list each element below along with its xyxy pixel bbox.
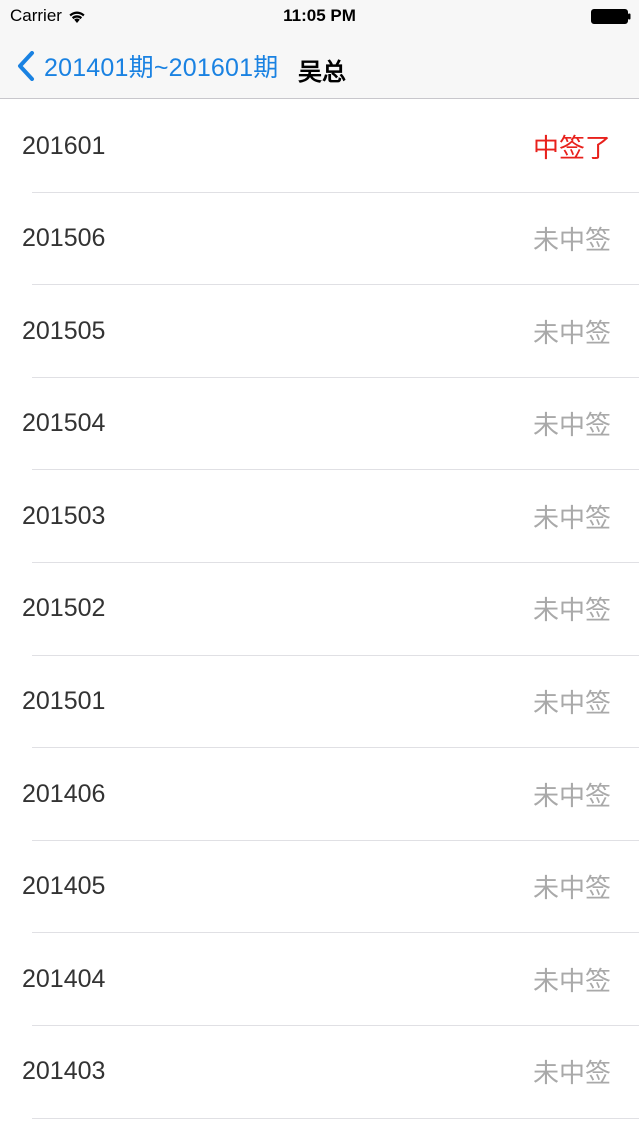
table-row[interactable]: 201406 未中签 bbox=[0, 748, 639, 841]
page-title: 吴总 bbox=[298, 59, 346, 86]
row-result: 未中签 bbox=[532, 780, 611, 811]
row-result: 中签了 bbox=[532, 132, 611, 163]
row-result: 未中签 bbox=[532, 873, 611, 904]
table-row[interactable]: 201601 中签了 bbox=[0, 100, 639, 193]
row-result: 未中签 bbox=[532, 502, 611, 533]
row-period: 201503 bbox=[22, 501, 106, 530]
row-result: 未中签 bbox=[532, 965, 611, 996]
row-period: 201501 bbox=[22, 687, 106, 716]
table-row[interactable]: 201505 未中签 bbox=[0, 285, 639, 378]
row-period: 201403 bbox=[22, 1057, 106, 1086]
row-period: 201502 bbox=[22, 594, 106, 623]
table-row[interactable]: 201404 未中签 bbox=[0, 933, 639, 1026]
row-result: 未中签 bbox=[532, 317, 611, 348]
back-button[interactable]: 201401期~201601期 bbox=[16, 47, 278, 85]
row-result: 未中签 bbox=[532, 688, 611, 719]
navigation-bar: 201401期~201601期 吴总 bbox=[0, 33, 639, 99]
row-result: 未中签 bbox=[532, 1058, 611, 1089]
table-row[interactable]: 201502 未中签 bbox=[0, 562, 639, 656]
chevron-left-icon bbox=[16, 51, 36, 81]
status-bar: Carrier 11:05 PM bbox=[0, 0, 639, 33]
row-period: 201504 bbox=[22, 409, 106, 438]
row-period: 201406 bbox=[22, 779, 106, 808]
row-period: 201601 bbox=[22, 131, 106, 160]
status-time: 11:05 PM bbox=[283, 6, 356, 25]
row-period: 201505 bbox=[22, 316, 106, 345]
table-row[interactable]: 201504 未中签 bbox=[0, 377, 639, 471]
row-separator bbox=[32, 1117, 639, 1119]
row-period: 201506 bbox=[22, 224, 106, 253]
table-row[interactable]: 201405 未中签 bbox=[0, 840, 639, 934]
back-button-label: 201401期~201601期 bbox=[44, 54, 279, 82]
table-row[interactable]: 201403 未中签 bbox=[0, 1025, 639, 1119]
row-period: 201404 bbox=[22, 964, 106, 993]
table-row[interactable]: 201506 未中签 bbox=[0, 192, 639, 286]
row-result: 未中签 bbox=[532, 410, 611, 441]
row-result: 未中签 bbox=[532, 595, 611, 626]
battery-icon bbox=[591, 9, 631, 24]
row-result: 未中签 bbox=[532, 225, 611, 256]
row-period: 201405 bbox=[22, 872, 106, 901]
result-list: 201601 中签了 201506 未中签 201505 未中签 201504 未中签 2015… bbox=[0, 100, 639, 1119]
table-row[interactable]: 201501 未中签 bbox=[0, 655, 639, 749]
table-row[interactable]: 201503 未中签 bbox=[0, 470, 639, 563]
